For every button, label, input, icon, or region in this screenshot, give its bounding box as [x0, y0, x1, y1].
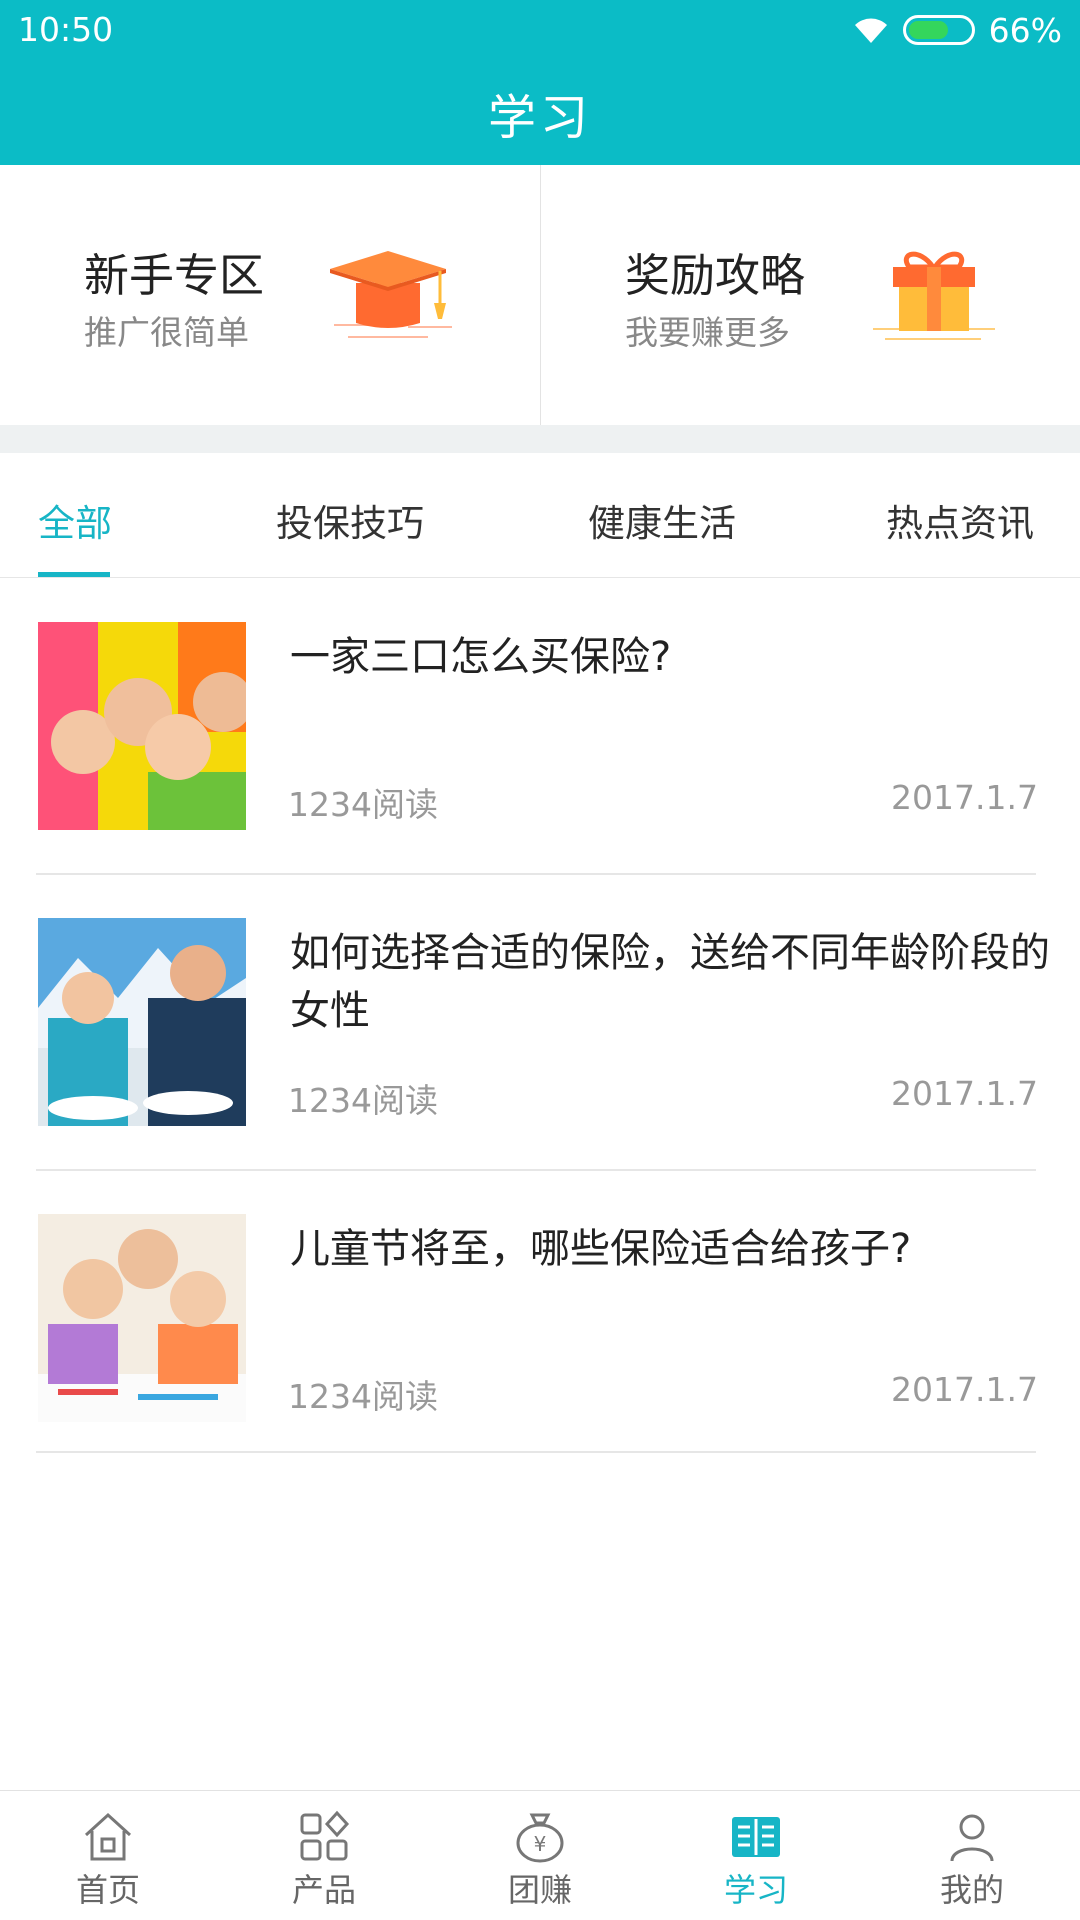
status-indicators: 66%	[853, 10, 1062, 50]
nav-label: 产品	[291, 1871, 356, 1909]
promo-card-rewards[interactable]: 奖励攻略 我要赚更多	[540, 165, 1080, 425]
article-thumbnail	[38, 622, 246, 830]
article-read-count: 1234阅读	[288, 1377, 438, 1416]
tab-healthy-living[interactable]: 健康生活	[588, 493, 736, 547]
nav-label: 学习	[723, 1871, 788, 1909]
tab-hot-news[interactable]: 热点资讯	[886, 493, 1034, 547]
section-separator	[0, 425, 1080, 453]
app-header: 10:50 66% 学习	[0, 0, 1080, 165]
user-icon	[950, 1814, 994, 1862]
status-bar: 10:50 66%	[0, 0, 1080, 62]
promo-title: 新手专区	[84, 249, 265, 302]
battery-icon	[902, 15, 975, 45]
battery-percentage: 66%	[988, 10, 1062, 50]
article-title: 如何选择合适的保险，送给不同年龄阶段的女性	[290, 930, 1050, 1034]
article-item[interactable]: 一家三口怎么买保险? 1234阅读 2017.1.7	[0, 578, 1080, 868]
status-time: 10:50	[18, 10, 114, 49]
nav-label: 首页	[75, 1871, 140, 1909]
article-date: 2017.1.7	[891, 1074, 1038, 1113]
divider	[36, 1451, 1036, 1453]
nav-item-mine[interactable]: 我的	[864, 1791, 1080, 1920]
article-thumbnail	[38, 918, 246, 1126]
bottom-navigation: 首页 产品 ¥ 团赚 学习 我的	[0, 1790, 1080, 1920]
tab-insurance-tips[interactable]: 投保技巧	[276, 493, 424, 547]
nav-label: 团赚	[507, 1871, 572, 1909]
active-tab-indicator	[38, 572, 110, 577]
book-icon	[732, 1817, 780, 1857]
article-read-count: 1234阅读	[288, 785, 438, 824]
nav-item-home[interactable]: 首页	[0, 1791, 216, 1920]
article-title: 儿童节将至，哪些保险适合给孩子?	[290, 1226, 912, 1272]
article-item[interactable]: 如何选择合适的保险，送给不同年龄阶段的女性 1234阅读 2017.1.7	[0, 874, 1080, 1164]
wifi-icon	[854, 18, 887, 43]
article-title: 一家三口怎么买保险?	[290, 634, 672, 680]
promo-card-newbie[interactable]: 新手专区 推广很简单	[0, 165, 540, 425]
promo-subtitle: 我要赚更多	[625, 313, 790, 352]
article-item[interactable]: 儿童节将至，哪些保险适合给孩子? 1234阅读 2017.1.7	[0, 1170, 1080, 1460]
home-icon	[84, 1812, 132, 1861]
products-grid-icon	[300, 1810, 350, 1861]
nav-item-group-earn[interactable]: ¥ 团赚	[432, 1791, 648, 1920]
money-bag-icon: ¥	[516, 1813, 564, 1863]
nav-label: 我的	[939, 1871, 1004, 1909]
nav-item-learn[interactable]: 学习	[648, 1791, 864, 1920]
gift-icon	[873, 251, 995, 340]
tab-all[interactable]: 全部	[38, 493, 112, 547]
category-tabs: 全部 投保技巧 健康生活 热点资讯	[0, 453, 1080, 578]
article-date: 2017.1.7	[891, 1370, 1038, 1409]
graduation-cap-icon	[330, 251, 452, 338]
promo-section: 新手专区 推广很简单 奖励攻略 我要赚更多	[0, 165, 1080, 425]
article-thumbnail	[38, 1214, 246, 1422]
article-read-count: 1234阅读	[288, 1081, 438, 1120]
svg-text:¥: ¥	[534, 1832, 547, 1856]
page-title: 学习	[487, 90, 592, 146]
promo-subtitle: 推广很简单	[84, 313, 249, 352]
promo-title: 奖励攻略	[625, 249, 806, 302]
article-date: 2017.1.7	[891, 778, 1038, 817]
nav-item-products[interactable]: 产品	[216, 1791, 432, 1920]
